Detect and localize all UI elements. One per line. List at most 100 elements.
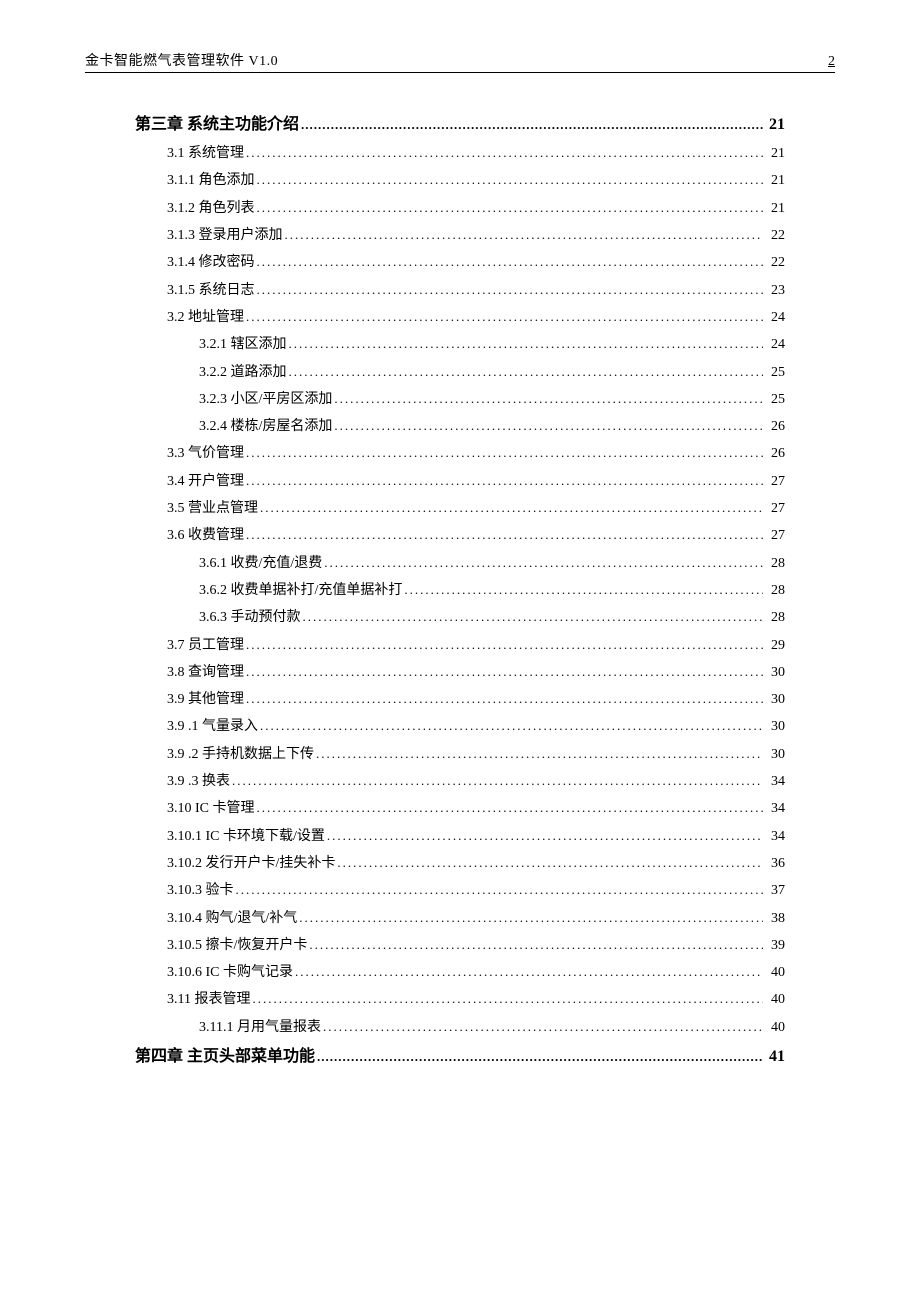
toc-entry-label: 3.9 .3 换表	[167, 768, 230, 795]
toc-entry-page: 40	[765, 986, 785, 1013]
toc-entry-page: 21	[765, 195, 785, 222]
toc-entry-row: 3.3 气价管理 26	[135, 440, 785, 467]
toc-leader-dots	[316, 741, 763, 768]
toc-entry-page: 26	[765, 413, 785, 440]
toc-entry-label: 3.1 系统管理	[167, 140, 244, 167]
toc-leader-dots	[257, 195, 764, 222]
toc-entry-page: 30	[765, 686, 785, 713]
toc-leader-dots	[236, 877, 764, 904]
toc-entry-page: 38	[765, 905, 785, 932]
toc-leader-dots	[324, 550, 763, 577]
toc-entry-label: 3.2.4 楼栋/房屋名添加	[199, 413, 332, 440]
toc-entry-page: 34	[765, 795, 785, 822]
toc-entry-page: 29	[765, 632, 785, 659]
page-number: 2	[828, 54, 835, 70]
toc-entry-page: 30	[765, 659, 785, 686]
toc-leader-dots	[246, 440, 763, 467]
toc-entry-page: 21	[765, 167, 785, 194]
toc-leader-dots	[232, 768, 763, 795]
toc-entry-label: 3.2 地址管理	[167, 304, 244, 331]
toc-entry-page: 40	[765, 1014, 785, 1041]
toc-entry-row: 3.9 .2 手持机数据上下传 30	[135, 741, 785, 768]
toc-entry-label: 3.5 营业点管理	[167, 495, 258, 522]
toc-entry-page: 25	[765, 386, 785, 413]
toc-entry-page: 21	[765, 140, 785, 167]
toc-leader-dots	[303, 604, 764, 631]
toc-leader-dots	[257, 795, 764, 822]
toc-entry-page: 30	[765, 713, 785, 740]
toc-entry-page: 28	[765, 550, 785, 577]
toc-entry-label: 3.10.6 IC 卡购气记录	[167, 959, 293, 986]
toc-entry-page: 21	[765, 109, 785, 140]
toc-entry-row: 3.11 报表管理 40	[135, 986, 785, 1013]
toc-entry-page: 40	[765, 959, 785, 986]
toc-leader-dots	[334, 386, 763, 413]
table-of-contents: 第三章 系统主功能介绍213.1 系统管理 213.1.1 角色添加 213.1…	[85, 109, 835, 1072]
toc-entry-page: 28	[765, 577, 785, 604]
toc-entry-label: 3.2.3 小区/平房区添加	[199, 386, 332, 413]
toc-entry-page: 23	[765, 277, 785, 304]
toc-leader-dots	[260, 713, 763, 740]
toc-entry-row: 3.10.5 擦卡/恢复开户卡 39	[135, 932, 785, 959]
toc-entry-label: 3.7 员工管理	[167, 632, 244, 659]
toc-entry-label: 3.2.2 道路添加	[199, 359, 287, 386]
toc-entry-row: 3.1.5 系统日志 23	[135, 277, 785, 304]
toc-entry-label: 3.11 报表管理	[167, 986, 250, 1013]
toc-leader-dots	[289, 331, 764, 358]
toc-entry-label: 3.10.1 IC 卡环境下载/设置	[167, 823, 325, 850]
toc-entry-label: 3.4 开户管理	[167, 468, 244, 495]
toc-entry-row: 3.10.4 购气/退气/补气 38	[135, 905, 785, 932]
toc-leader-dots	[257, 249, 764, 276]
toc-entry-page: 22	[765, 249, 785, 276]
toc-entry-label: 3.6.2 收费单据补打/充值单据补打	[199, 577, 402, 604]
toc-leader-dots	[323, 1014, 763, 1041]
toc-entry-row: 3.6.1 收费/充值/退费 28	[135, 550, 785, 577]
toc-leader-dots	[257, 167, 764, 194]
toc-entry-row: 3.5 营业点管理 27	[135, 495, 785, 522]
toc-entry-row: 3.9 .1 气量录入 30	[135, 713, 785, 740]
toc-entry-row: 3.1.3 登录用户添加 22	[135, 222, 785, 249]
toc-entry-label: 3.10.2 发行开户卡/挂失补卡	[167, 850, 335, 877]
page-header: 金卡智能燃气表管理软件 V1.0 2	[85, 50, 835, 73]
toc-entry-label: 3.1.5 系统日志	[167, 277, 255, 304]
toc-entry-label: 3.10.3 验卡	[167, 877, 234, 904]
toc-entry-label: 3.9 .2 手持机数据上下传	[167, 741, 314, 768]
toc-entry-page: 36	[765, 850, 785, 877]
toc-leader-dots	[301, 109, 763, 140]
toc-entry-page: 28	[765, 604, 785, 631]
toc-entry-row: 3.8 查询管理 30	[135, 659, 785, 686]
toc-entry-row: 3.9 其他管理 30	[135, 686, 785, 713]
toc-entry-label: 3.6.3 手动预付款	[199, 604, 301, 631]
toc-entry-page: 27	[765, 522, 785, 549]
toc-leader-dots	[327, 823, 763, 850]
toc-entry-page: 41	[765, 1041, 785, 1072]
toc-leader-dots	[246, 140, 763, 167]
toc-entry-row: 3.1 系统管理 21	[135, 140, 785, 167]
toc-entry-row: 3.10.1 IC 卡环境下载/设置34	[135, 823, 785, 850]
toc-leader-dots	[295, 959, 763, 986]
toc-leader-dots	[246, 468, 763, 495]
toc-entry-label: 3.1.1 角色添加	[167, 167, 255, 194]
toc-entry-row: 3.10 IC 卡管理34	[135, 795, 785, 822]
toc-entry-row: 3.11.1 月用气量报表40	[135, 1014, 785, 1041]
toc-entry-page: 24	[765, 304, 785, 331]
document-page: 金卡智能燃气表管理软件 V1.0 2 第三章 系统主功能介绍213.1 系统管理…	[0, 0, 920, 1302]
toc-entry-label: 3.6.1 收费/充值/退费	[199, 550, 322, 577]
toc-chapter-row: 第三章 系统主功能介绍 21	[135, 109, 785, 140]
toc-leader-dots	[299, 905, 763, 932]
toc-entry-page: 24	[765, 331, 785, 358]
toc-entry-label: 第四章 主页头部菜单功能	[135, 1041, 315, 1072]
toc-entry-row: 3.1.1 角色添加 21	[135, 167, 785, 194]
toc-entry-row: 3.6.2 收费单据补打/充值单据补打 28	[135, 577, 785, 604]
toc-entry-label: 第三章 系统主功能介绍	[135, 109, 299, 140]
toc-leader-dots	[404, 577, 763, 604]
toc-leader-dots	[260, 495, 763, 522]
toc-entry-row: 3.6 收费管理 27	[135, 522, 785, 549]
toc-entry-row: 3.7 员工管理 29	[135, 632, 785, 659]
toc-entry-page: 39	[765, 932, 785, 959]
toc-chapter-row: 第四章 主页头部菜单功能 41	[135, 1041, 785, 1072]
toc-leader-dots	[337, 850, 763, 877]
toc-entry-row: 3.6.3 手动预付款 28	[135, 604, 785, 631]
toc-entry-page: 37	[765, 877, 785, 904]
toc-entry-page: 27	[765, 468, 785, 495]
